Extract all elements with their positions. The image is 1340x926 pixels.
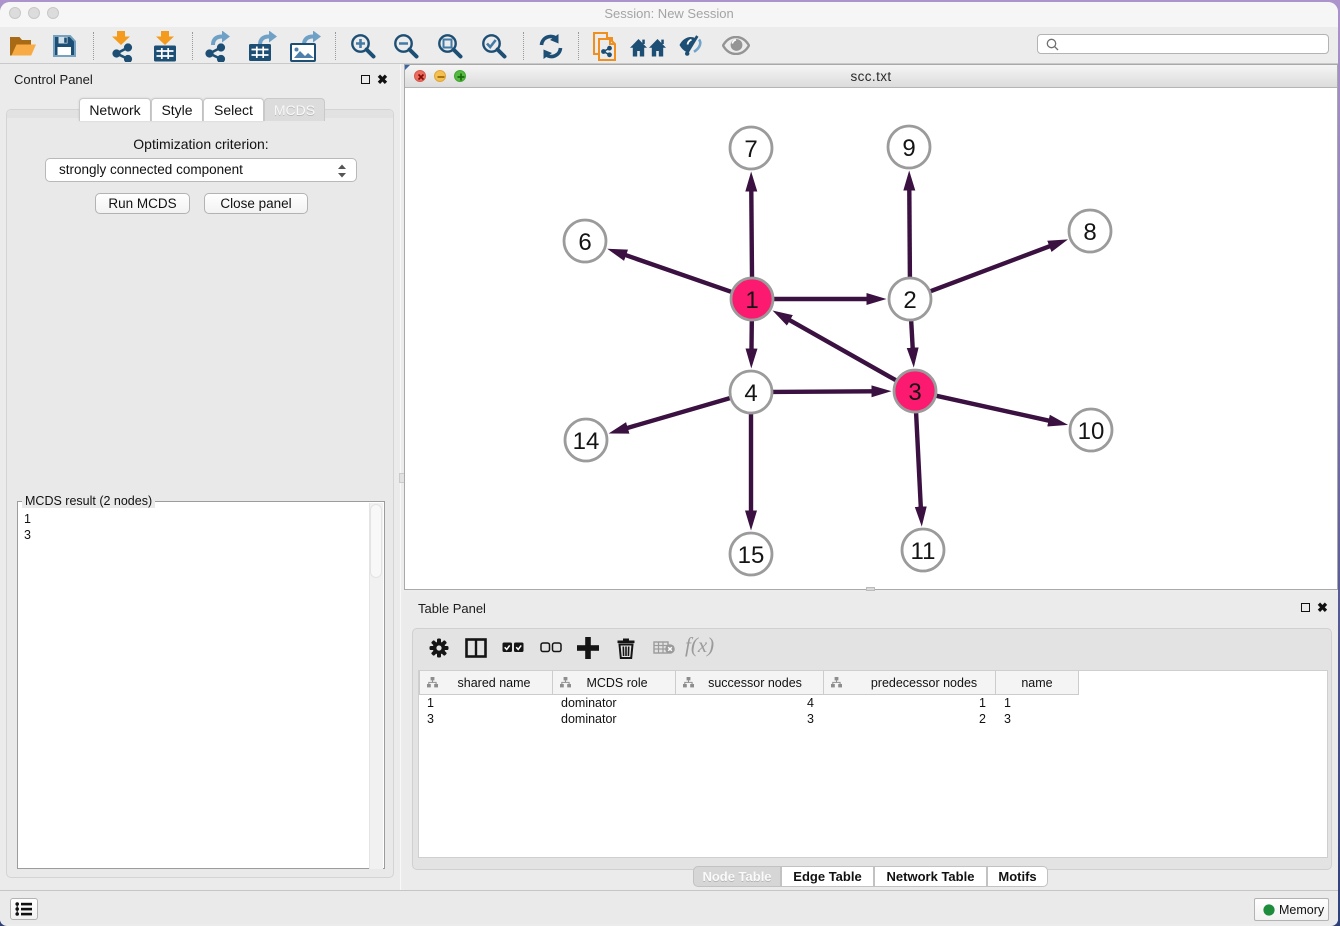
svg-text:predecessor nodes: predecessor nodes: [871, 676, 977, 690]
svg-text:8: 8: [1083, 219, 1096, 246]
svg-text:10: 10: [1078, 418, 1105, 445]
svg-text:4: 4: [744, 380, 757, 407]
svg-text:successor nodes: successor nodes: [708, 676, 802, 690]
svg-text:1: 1: [745, 287, 758, 314]
svg-text:11: 11: [911, 538, 936, 565]
svg-text:14: 14: [573, 428, 600, 455]
svg-text:shared name: shared name: [458, 676, 531, 690]
svg-text:15: 15: [738, 542, 765, 569]
svg-text:9: 9: [902, 135, 915, 162]
svg-text:2: 2: [903, 287, 916, 314]
svg-text:6: 6: [578, 229, 591, 256]
svg-text:MCDS role: MCDS role: [586, 676, 647, 690]
svg-text:name: name: [1021, 676, 1052, 690]
svg-text:7: 7: [744, 136, 757, 163]
svg-text:3: 3: [908, 379, 921, 406]
